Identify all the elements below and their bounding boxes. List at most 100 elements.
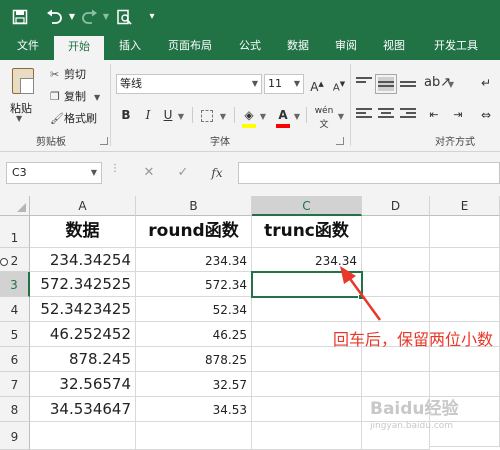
format-painter-button[interactable]: 🖌格式刷 xyxy=(50,110,97,128)
cell-a8[interactable]: 34.534647 xyxy=(30,397,136,422)
undo-icon[interactable] xyxy=(44,7,64,27)
copy-button[interactable]: ❐ 复制 ▼ xyxy=(50,88,100,106)
cell-e7[interactable] xyxy=(430,372,500,397)
align-middle-icon[interactable] xyxy=(375,74,397,94)
clipboard-launcher-icon[interactable] xyxy=(100,137,108,145)
cell-b3[interactable]: 572.34 xyxy=(136,272,252,297)
cell-a5[interactable]: 46.252452 xyxy=(30,322,136,347)
tab-file[interactable]: 文件 xyxy=(6,34,50,60)
underline-button[interactable]: U xyxy=(160,104,176,126)
fill-color-dropdown-icon[interactable]: ▼ xyxy=(258,104,268,126)
tab-home[interactable]: 开始 xyxy=(54,36,104,60)
row-header-3[interactable]: 3 xyxy=(0,272,30,297)
orientation-dropdown-icon[interactable]: ▼ xyxy=(446,72,456,94)
increase-indent-icon[interactable]: ⇥ xyxy=(448,104,468,126)
cell-b2[interactable]: 234.34 xyxy=(136,248,252,272)
row-header-7[interactable]: 7 xyxy=(0,372,30,397)
row-header-5[interactable]: 5 xyxy=(0,322,30,347)
paste-dropdown-icon[interactable]: ▼ xyxy=(16,114,22,123)
font-name-select[interactable]: 等线 ▼ xyxy=(116,74,262,94)
decrease-indent-icon[interactable]: ⇤ xyxy=(424,104,444,126)
cell-c7[interactable] xyxy=(252,372,362,397)
tab-formulas[interactable]: 公式 xyxy=(228,34,272,60)
tab-page-layout[interactable]: 页面布局 xyxy=(158,34,222,60)
cell-a3[interactable]: 572.342525 xyxy=(30,272,136,297)
column-header-e[interactable]: E xyxy=(430,196,500,216)
font-size-select[interactable]: 11 ▼ xyxy=(264,74,304,94)
formula-input[interactable] xyxy=(238,162,500,184)
align-center-icon[interactable] xyxy=(378,108,394,122)
align-left-icon[interactable] xyxy=(356,108,372,122)
row-header-9[interactable]: 9 xyxy=(0,422,30,450)
cell-a2[interactable]: 234.34254 xyxy=(30,248,136,272)
cell-b5[interactable]: 46.25 xyxy=(136,322,252,347)
name-box[interactable]: C3 ▼ xyxy=(6,162,102,184)
tab-developer[interactable]: 开发工具 xyxy=(424,34,488,60)
cell-e2[interactable] xyxy=(430,248,500,272)
cell-b9[interactable] xyxy=(136,422,252,450)
tab-data[interactable]: 数据 xyxy=(276,34,320,60)
italic-button[interactable]: I xyxy=(140,104,156,126)
phonetic-dropdown-icon[interactable]: ▼ xyxy=(336,104,346,126)
cell-a7[interactable]: 32.56574 xyxy=(30,372,136,397)
cell-a4[interactable]: 52.3423425 xyxy=(30,297,136,322)
wrap-text-icon[interactable]: ↵ xyxy=(476,72,496,94)
cut-button[interactable]: ✂ 剪切 xyxy=(50,66,86,84)
align-right-icon[interactable] xyxy=(400,108,416,122)
cell-c9[interactable] xyxy=(252,422,362,450)
cell-d7[interactable] xyxy=(362,372,430,397)
cell-b8[interactable]: 34.53 xyxy=(136,397,252,422)
enter-icon[interactable]: ✓ xyxy=(172,162,194,184)
cell-e1[interactable] xyxy=(430,216,500,248)
resize-handle-icon[interactable]: ⋮ xyxy=(110,163,120,174)
row-header-1[interactable]: 1 xyxy=(0,216,30,248)
font-launcher-icon[interactable] xyxy=(336,137,344,145)
column-header-a[interactable]: A xyxy=(30,196,136,216)
cell-e4[interactable] xyxy=(430,297,500,322)
font-color-dropdown-icon[interactable]: ▼ xyxy=(292,104,302,126)
print-preview-icon[interactable] xyxy=(114,7,134,27)
fill-color-button[interactable]: ◈ xyxy=(240,104,258,126)
merge-center-icon[interactable]: ⇔ xyxy=(476,104,496,126)
copy-dropdown-icon[interactable]: ▼ xyxy=(94,93,100,102)
cell-b7[interactable]: 32.57 xyxy=(136,372,252,397)
font-color-button[interactable]: A xyxy=(274,104,292,126)
bold-button[interactable]: B xyxy=(118,104,134,126)
phonetic-guide-button[interactable]: wén 文 xyxy=(312,104,336,130)
align-top-icon[interactable] xyxy=(356,77,372,91)
borders-dropdown-icon[interactable]: ▼ xyxy=(218,104,228,126)
tab-insert[interactable]: 插入 xyxy=(108,34,152,60)
select-all-corner[interactable] xyxy=(0,196,30,216)
cell-a9[interactable] xyxy=(30,422,136,450)
column-header-d[interactable]: D xyxy=(362,196,430,216)
underline-dropdown-icon[interactable]: ▼ xyxy=(176,104,186,126)
cell-c1[interactable]: trunc函数 xyxy=(252,216,362,248)
cell-e3[interactable] xyxy=(430,272,500,297)
undo-dropdown-icon[interactable]: ▼ xyxy=(62,7,82,27)
paste-icon[interactable] xyxy=(12,68,34,94)
redo-dropdown-icon[interactable]: ▼ xyxy=(96,7,116,27)
save-icon[interactable] xyxy=(10,7,30,27)
tab-view[interactable]: 视图 xyxy=(372,34,416,60)
cell-a6[interactable]: 878.245 xyxy=(30,347,136,372)
cell-d1[interactable] xyxy=(362,216,430,248)
tab-review[interactable]: 审阅 xyxy=(324,34,368,60)
insert-function-icon[interactable]: fx xyxy=(206,162,228,184)
cell-a1[interactable]: 数据 xyxy=(30,216,136,248)
customize-qat-icon[interactable]: ▾ xyxy=(142,7,162,27)
align-bottom-icon[interactable] xyxy=(400,77,416,91)
column-header-c[interactable]: C xyxy=(252,196,362,216)
row-header-8[interactable]: 8 xyxy=(0,397,30,422)
cell-c8[interactable] xyxy=(252,397,362,422)
cancel-icon[interactable]: ✕ xyxy=(138,162,160,184)
borders-button[interactable] xyxy=(198,104,216,126)
cell-b1[interactable]: round函数 xyxy=(136,216,252,248)
row-header-4[interactable]: 4 xyxy=(0,297,30,322)
column-header-b[interactable]: B xyxy=(136,196,252,216)
cell-b6[interactable]: 878.25 xyxy=(136,347,252,372)
decrease-font-size-icon[interactable]: A▼ xyxy=(330,74,348,94)
increase-font-size-icon[interactable]: A▲ xyxy=(308,74,326,94)
row-header-6[interactable]: 6 xyxy=(0,347,30,372)
cell-b4[interactable]: 52.34 xyxy=(136,297,252,322)
orientation-icon[interactable]: ab↗ xyxy=(424,72,451,94)
